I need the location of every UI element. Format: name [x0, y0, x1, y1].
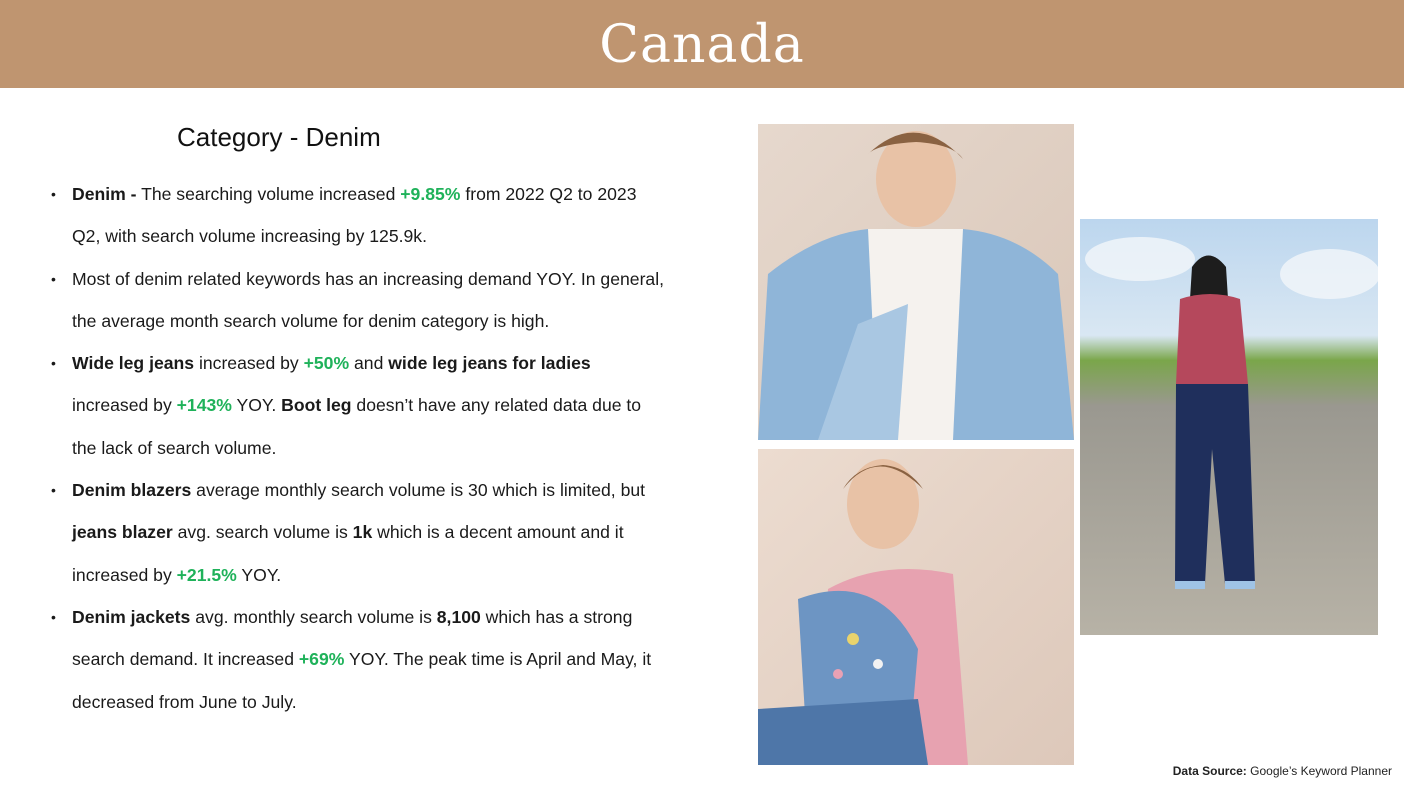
bullet-list: • Denim - The searching volume increased …	[48, 173, 668, 723]
bold-term: Denim blazers	[72, 480, 192, 501]
bullet-text: average monthly search volume is 30 whic…	[191, 480, 646, 501]
bold-term: Wide leg jeans	[72, 353, 195, 374]
bullet-text: Most of denim related keywords has an in…	[72, 268, 665, 331]
bold-term: 1k	[352, 522, 373, 543]
bullet-dot-icon: •	[51, 608, 56, 625]
bold-term: jeans blazer	[72, 522, 173, 543]
section-title: Category - Denim	[177, 122, 381, 152]
photo-wide-leg-jeans	[1080, 219, 1378, 635]
bullet-dot-icon: •	[51, 355, 56, 372]
bullet-item: • Denim - The searching volume increased …	[48, 173, 668, 258]
header-banner: Canada	[0, 0, 1404, 88]
bold-term: Boot leg	[281, 395, 352, 416]
bullet-text: avg. monthly search volume is	[190, 606, 437, 627]
photo-embroidered-jeans	[758, 449, 1074, 765]
bullet-item: • Most of denim related keywords has an i…	[48, 258, 668, 343]
bullet-item: • Wide leg jeans increased by +50% and wi…	[48, 342, 668, 469]
highlight-percent: +69%	[298, 649, 345, 670]
data-source-label: Data Source:	[1172, 764, 1247, 778]
highlight-percent: +9.85%	[400, 184, 461, 204]
bullet-dot-icon: •	[51, 482, 56, 499]
bullet-item: • Denim blazers average monthly search vo…	[48, 469, 668, 596]
bullet-text: increased by	[72, 395, 177, 416]
data-source-value: Google’s Keyword Planner	[1246, 764, 1392, 778]
highlight-percent: +50%	[303, 353, 350, 374]
data-source-note: Data Source: Google’s Keyword Planner	[1173, 764, 1392, 778]
bullet-item: • Denim jackets avg. monthly search volum…	[48, 596, 668, 723]
bold-term: 8,100	[436, 606, 481, 627]
bullet-dot-icon: •	[51, 186, 56, 202]
page-title: Canada	[599, 15, 805, 75]
bullet-text: YOY.	[231, 395, 282, 416]
bullet-text: increased by	[194, 353, 304, 374]
bullet-dot-icon: •	[51, 270, 56, 287]
highlight-percent: +143%	[176, 395, 232, 416]
photo-denim-jacket	[758, 124, 1074, 440]
bullet-text: and	[349, 353, 389, 374]
bold-term: Denim jackets	[72, 606, 191, 627]
bold-term: wide leg jeans for ladies	[388, 353, 591, 374]
bullet-text: YOY.	[236, 564, 282, 585]
bullet-text: The searching volume increased	[136, 184, 401, 204]
bold-term: Denim -	[72, 184, 137, 204]
bullet-text: avg. search volume is	[172, 522, 353, 543]
highlight-percent: +21.5%	[176, 564, 237, 585]
